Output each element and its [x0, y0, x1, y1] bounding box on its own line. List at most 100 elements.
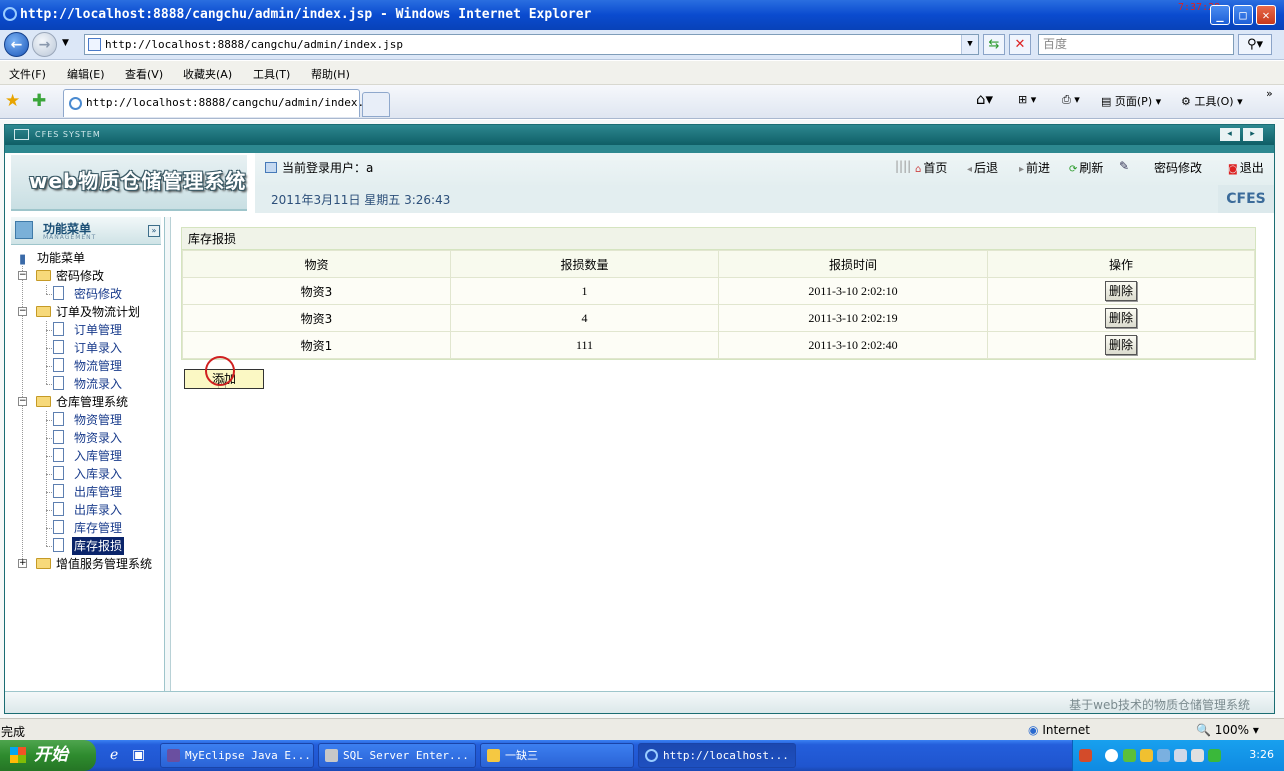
favorites-star-icon[interactable]: ★ [5, 91, 20, 111]
menu-tools[interactable]: 工具(T) [253, 66, 290, 82]
monitor-icon [14, 129, 29, 140]
nav-refresh[interactable]: ⟳ 刷新 [1069, 159, 1103, 176]
address-field[interactable]: http://localhost:8888/cangchu/admin/inde… [84, 34, 979, 55]
eclipse-icon [167, 749, 180, 762]
tree-item-order-entry[interactable]: 订单录入 [41, 339, 161, 357]
taskbar: 开始 ℯ ▣ MyEclipse Java E... SQL Server En… [0, 740, 1284, 771]
document-icon [53, 466, 64, 480]
qq-icon[interactable] [1140, 749, 1153, 762]
tree-item-label: 订单录入 [74, 341, 123, 355]
scroll-left-icon[interactable]: ◂ [1220, 128, 1240, 141]
collapse-node-icon[interactable]: − [18, 307, 27, 316]
tree-item-inventory-management[interactable]: 库存管理 [41, 519, 161, 537]
tree-item-logistics-entry[interactable]: 物流录入 [41, 375, 161, 393]
tray-app-icon[interactable] [1123, 749, 1136, 762]
collapse-icon[interactable]: » [148, 225, 160, 237]
tree-item-inbound-management[interactable]: 入库管理 [41, 447, 161, 465]
tree-group-value-added[interactable]: + 增值服务管理系统 [18, 555, 163, 573]
input-method-icon[interactable] [1079, 749, 1092, 762]
forward-button[interactable]: → [32, 32, 57, 57]
delete-button[interactable]: 删除 [1105, 281, 1137, 301]
tab-current[interactable]: http://localhost:8888/cangchu/admin/inde… [63, 89, 377, 117]
start-button[interactable]: 开始 [0, 740, 96, 771]
page-menu[interactable]: ▤ 页面(P) ▾ [1101, 93, 1161, 109]
tree-item-order-management[interactable]: 订单管理 [41, 321, 161, 339]
tree-group-password[interactable]: − 密码修改 [18, 267, 163, 285]
user-icon [265, 162, 277, 173]
tree-item-change-password[interactable]: 密码修改 [41, 285, 161, 303]
window-title: http://localhost:8888/cangchu/admin/inde… [20, 7, 592, 22]
add-favorite-icon[interactable]: ✚ [32, 91, 46, 111]
new-tab-button[interactable] [362, 92, 390, 117]
system-tray: 3:26 [1072, 740, 1284, 771]
collapse-node-icon[interactable]: − [18, 397, 27, 406]
search-icon[interactable]: ⚲▾ [1238, 34, 1272, 55]
chevron-more-icon[interactable]: » [1266, 87, 1273, 100]
folder-icon [36, 396, 51, 407]
security-icon[interactable] [1208, 749, 1221, 762]
document-icon [53, 484, 64, 498]
menu-edit[interactable]: 编辑(E) [67, 66, 105, 82]
tree-root[interactable]: ▮ 功能菜单 [19, 249, 159, 267]
menu-file[interactable]: 文件(F) [9, 66, 46, 82]
scroll-right-icon[interactable]: ▸ [1243, 128, 1263, 141]
home-icon[interactable]: ⌂▾ [976, 90, 993, 108]
task-folder[interactable]: 一缺三 [480, 743, 634, 768]
document-icon [53, 286, 64, 300]
tree-group-orders[interactable]: − 订单及物流计划 [18, 303, 163, 321]
collapse-node-icon[interactable]: − [18, 271, 27, 280]
stop-icon[interactable]: ✕ [1009, 34, 1031, 55]
tree-item-logistics-management[interactable]: 物流管理 [41, 357, 161, 375]
minimize-button[interactable]: _ [1210, 5, 1230, 25]
tree-item-material-management[interactable]: 物资管理 [41, 411, 161, 429]
tree-item-outbound-management[interactable]: 出库管理 [41, 483, 161, 501]
tree-group-warehouse[interactable]: − 仓库管理系统 [18, 393, 163, 411]
search-placeholder: 百度 [1043, 37, 1068, 51]
menu-view[interactable]: 查看(V) [125, 66, 163, 82]
feeds-icon[interactable]: ⊞ ▾ [1018, 93, 1036, 106]
tree-item-label: 物流管理 [74, 359, 123, 373]
delete-button[interactable]: 删除 [1105, 308, 1137, 328]
tree-item-inbound-entry[interactable]: 入库录入 [41, 465, 161, 483]
back-button[interactable]: ← [4, 32, 29, 57]
quicklaunch-ie-icon[interactable]: ℯ [110, 747, 118, 763]
app-header: web物质仓储管理系统 当前登录用户：a |||| ⌂ 首页 ◂ 后退 ▸ 前进 ⟳ 刷… [5, 153, 1274, 213]
nav-change-password[interactable]: 密码修改 [1154, 159, 1202, 176]
tree-group-label: 增值服务管理系统 [56, 557, 153, 571]
zoom-label: 100% [1214, 723, 1250, 737]
volume-icon[interactable] [1174, 749, 1187, 762]
zoom-control[interactable]: 🔍 100% ▾ [1196, 723, 1259, 737]
task-myeclipse[interactable]: MyEclipse Java E... [160, 743, 314, 768]
menu-help[interactable]: 帮助(H) [311, 66, 350, 82]
history-dropdown-icon[interactable]: ▼ [62, 38, 69, 48]
expand-node-icon[interactable]: + [18, 559, 27, 568]
maximize-button[interactable]: □ [1233, 5, 1253, 25]
nav-forward[interactable]: ▸ 前进 [1019, 159, 1050, 176]
task-ie[interactable]: http://localhost... [638, 743, 796, 768]
nav-home[interactable]: ⌂ 首页 [915, 159, 947, 176]
sql-server-icon [325, 749, 338, 762]
address-dropdown-icon[interactable]: ▼ [961, 35, 978, 54]
delete-button[interactable]: 删除 [1105, 335, 1137, 355]
tray-expand-icon[interactable] [1105, 749, 1118, 762]
refresh-icon[interactable]: ⇆ [983, 34, 1005, 55]
nav-back[interactable]: ◂ 后退 [967, 159, 998, 176]
close-window-button[interactable]: ✕ [1256, 5, 1276, 25]
nav-logout[interactable]: ◙ 退出 [1228, 159, 1264, 176]
search-input[interactable]: 百度 [1038, 34, 1234, 55]
app-top-strip: CFES SYSTEM ◂ ▸ [5, 125, 1274, 145]
tree-item-outbound-entry[interactable]: 出库录入 [41, 501, 161, 519]
password-nav-icon[interactable]: ✎ [1119, 159, 1131, 173]
tray-device-icon[interactable] [1191, 749, 1204, 762]
print-icon[interactable]: ⎙ ▾ [1062, 93, 1080, 107]
network-icon[interactable] [1157, 749, 1170, 762]
task-sql-server[interactable]: SQL Server Enter... [318, 743, 476, 768]
tree-item-label: 出库录入 [74, 503, 123, 517]
tools-menu[interactable]: ⚙ 工具(O) ▾ [1181, 93, 1243, 109]
quicklaunch-desktop-icon[interactable]: ▣ [132, 747, 145, 763]
back-nav-icon: ◂ [967, 164, 973, 175]
cell-item: 物资3 [182, 304, 451, 332]
tree-item-inventory-loss[interactable]: 库存报损 [41, 537, 161, 555]
tree-item-material-entry[interactable]: 物资录入 [41, 429, 161, 447]
menu-favorites[interactable]: 收藏夹(A) [183, 66, 232, 82]
